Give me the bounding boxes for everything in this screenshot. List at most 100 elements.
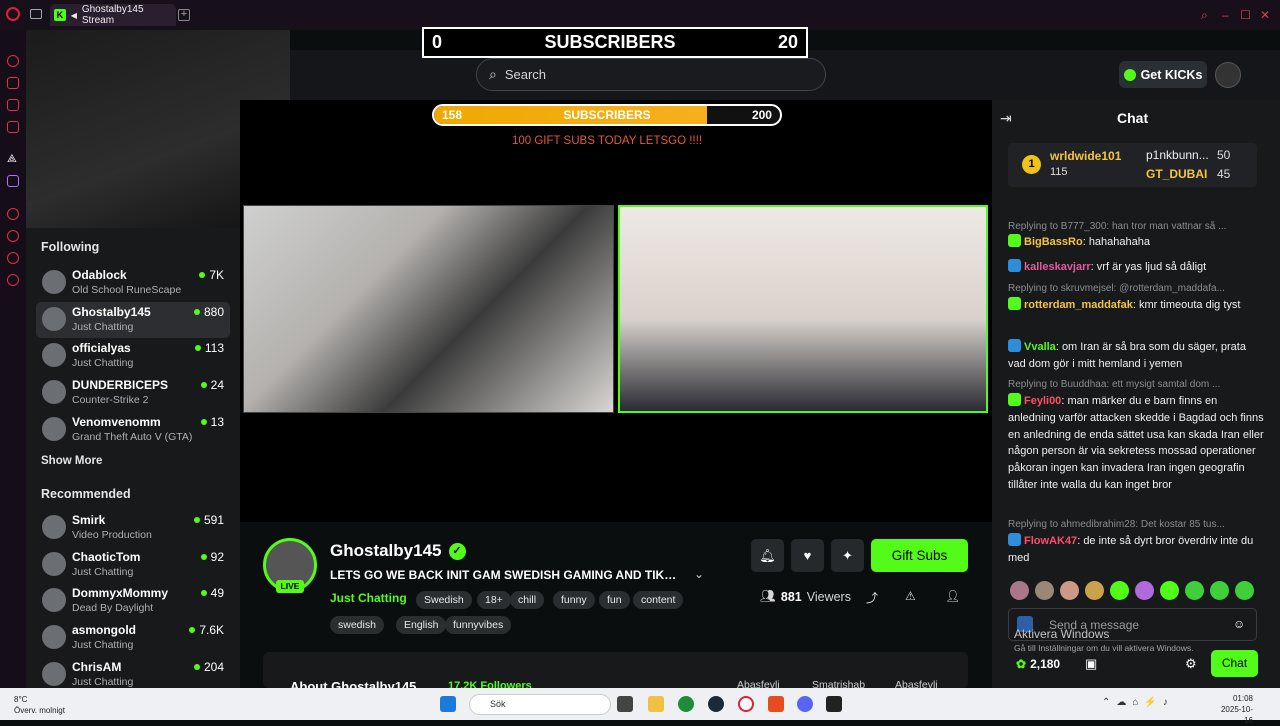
category-link[interactable]: Just Chatting [330, 591, 407, 605]
clock-icon[interactable] [7, 230, 19, 242]
close-icon[interactable]: ✕ [1260, 8, 1270, 22]
follow-heart-button[interactable]: ♥ [791, 539, 824, 572]
collapse-chat-icon[interactable]: ⇥ [1000, 110, 1012, 127]
taskbar-clock[interactable]: 01:08 2025-10-16 [1215, 693, 1253, 726]
tab-island-icon[interactable] [30, 9, 42, 19]
channel-category: Just Chatting [72, 675, 134, 688]
opera-logo-icon[interactable] [6, 7, 20, 21]
new-tab-button[interactable]: + [178, 9, 190, 21]
search-icon[interactable]: ⌕ [1201, 8, 1208, 23]
bag-icon[interactable] [7, 77, 19, 89]
weather-widget[interactable]: 8°C Överv. molnigt [14, 694, 65, 716]
emote-icon[interactable] [1185, 581, 1204, 600]
tag-chip[interactable]: 18+ [477, 591, 511, 609]
reply-context[interactable]: Replying to B777_300: han tror man vattn… [1008, 221, 1248, 232]
chat-username[interactable]: BigBassRo [1024, 236, 1083, 248]
chat-text: vrf är yas ljud så dåligt [1096, 261, 1207, 273]
windows-start-icon[interactable] [440, 696, 456, 712]
chevron-down-icon[interactable]: ⌄ [694, 567, 704, 581]
live-dot-icon [193, 663, 200, 670]
show-more-link[interactable]: Show More [41, 455, 102, 467]
leader-name[interactable]: wrldwide101 [1050, 149, 1121, 163]
share-icon[interactable]: ⤴ [866, 589, 878, 606]
folder-icon[interactable] [648, 696, 664, 712]
browser-tab[interactable]: K ◀ Ghostalby145 Stream [50, 4, 176, 26]
add-friend-icon[interactable]: 👤︎ [945, 589, 960, 603]
user-avatar[interactable] [1215, 62, 1241, 88]
steam-icon[interactable] [708, 696, 724, 712]
channel-name[interactable]: Ghostalby145 [330, 541, 442, 561]
gift-icon[interactable]: ▣ [1085, 656, 1097, 672]
tag-chip[interactable]: funny [553, 591, 595, 609]
messenger-icon[interactable] [7, 99, 19, 111]
chat-username[interactable]: Feyli00 [1024, 395, 1061, 407]
get-kicks-button[interactable]: Get KICKs [1119, 61, 1207, 88]
emoji-icon[interactable]: ☺ [1233, 617, 1245, 631]
chat-username[interactable]: rotterdam_maddafak [1024, 299, 1133, 311]
minimize-icon[interactable]: – [1222, 8, 1229, 22]
emote-icon[interactable] [1135, 581, 1154, 600]
tag-chip[interactable]: Swedish [416, 591, 472, 609]
settings-icon[interactable] [7, 274, 19, 286]
system-tray-icons[interactable]: ⌃☁⌂⚡♪ [1102, 697, 1174, 708]
sidebar-channel-recommended[interactable]: Smirk Video Production 591 [36, 510, 230, 546]
activate-windows-sub: Gå till Inställningar om du vill aktiver… [1014, 643, 1194, 653]
chat-username[interactable]: Vvalla [1024, 341, 1056, 353]
sidebar-channel-following[interactable]: officialyas Just Chatting 113 [36, 338, 230, 374]
sparkle-button[interactable]: ✦ [831, 539, 864, 572]
gift-subs-button[interactable]: Gift Subs [871, 539, 968, 572]
third-amount: 45 [1217, 167, 1231, 181]
taskbar-search[interactable]: Sök [469, 694, 611, 715]
tag-chip[interactable]: content [633, 591, 684, 609]
tag-chip[interactable]: English [396, 616, 447, 634]
notification-bell-button[interactable]: 🔔︎ [751, 539, 784, 572]
chat-username[interactable]: FlowAK47 [1024, 535, 1077, 547]
chat-message: Vvalla: om Iran är så bra som du säger, … [1008, 339, 1246, 370]
instagram-icon[interactable] [7, 121, 19, 133]
third-name[interactable]: GT_DUBAI [1146, 167, 1207, 181]
maximize-icon[interactable]: ☐ [1240, 8, 1251, 22]
gear-icon[interactable]: ⚙ [1185, 656, 1197, 672]
emote-icon[interactable] [1010, 581, 1029, 600]
channel-avatar [42, 588, 66, 613]
twitch-icon[interactable] [7, 175, 19, 187]
reply-context[interactable]: Replying to ahmedibrahim28: Det kostar 8… [1008, 519, 1248, 530]
emote-icon[interactable] [1160, 581, 1179, 600]
tag-chip[interactable]: swedish [330, 616, 384, 634]
app-icon[interactable] [768, 696, 784, 712]
opera-icon[interactable] [738, 696, 754, 712]
search-input[interactable]: ⌕ Search [476, 58, 826, 91]
channel-category: Counter-Strike 2 [72, 394, 149, 407]
xbox-icon[interactable] [678, 696, 694, 712]
tag-chip[interactable]: funnyvibes [445, 616, 512, 634]
history-icon[interactable] [7, 208, 19, 220]
second-name[interactable]: p1nkbunn... [1146, 148, 1209, 162]
tag-chip[interactable]: chill [510, 591, 545, 609]
sidebar-channel-following[interactable]: DUNDERBICEPS Counter-Strike 2 24 [36, 375, 230, 411]
sidebar-channel-following[interactable]: Odablock Old School RuneScape 7K [36, 265, 230, 301]
sidebar-channel-recommended[interactable]: asmongold Just Chatting 7.6K [36, 620, 230, 656]
send-chat-button[interactable]: Chat [1211, 650, 1258, 677]
arrow-icon[interactable]: ⟁ [7, 153, 19, 165]
emote-icon[interactable] [1060, 581, 1079, 600]
sidebar-channel-recommended[interactable]: ChaoticTom Just Chatting 92 [36, 547, 230, 583]
aria-icon[interactable] [7, 55, 19, 67]
emote-icon[interactable] [1110, 581, 1129, 600]
reply-context[interactable]: Replying to skruvmejsel: @rotterdam_madd… [1008, 283, 1248, 294]
taskview-icon[interactable] [617, 696, 633, 712]
sidebar-channel-following[interactable]: Venomvenomm Grand Theft Auto V (GTA) 13 [36, 412, 230, 448]
reply-context[interactable]: Replying to Buuddhaa: ett mysigt samtal … [1008, 379, 1248, 390]
discord-icon[interactable] [797, 696, 813, 712]
chat-username[interactable]: kalleskavjarr [1024, 261, 1091, 273]
extensions-icon[interactable] [7, 252, 19, 264]
report-icon[interactable]: ⚠ [905, 589, 916, 603]
emote-icon[interactable] [1210, 581, 1229, 600]
emote-icon[interactable] [1235, 581, 1254, 600]
sidebar-channel-following[interactable]: Ghostalby145 Just Chatting 880 [36, 301, 230, 338]
sidebar-channel-recommended[interactable]: DommyxMommy Dead By Daylight 49 [36, 583, 230, 619]
emote-icon[interactable] [1035, 581, 1054, 600]
channel-points[interactable]: ✿ 2,180 [1016, 657, 1060, 671]
kick-app-icon[interactable] [826, 696, 842, 712]
emote-icon[interactable] [1085, 581, 1104, 600]
tag-chip[interactable]: fun [599, 591, 630, 609]
